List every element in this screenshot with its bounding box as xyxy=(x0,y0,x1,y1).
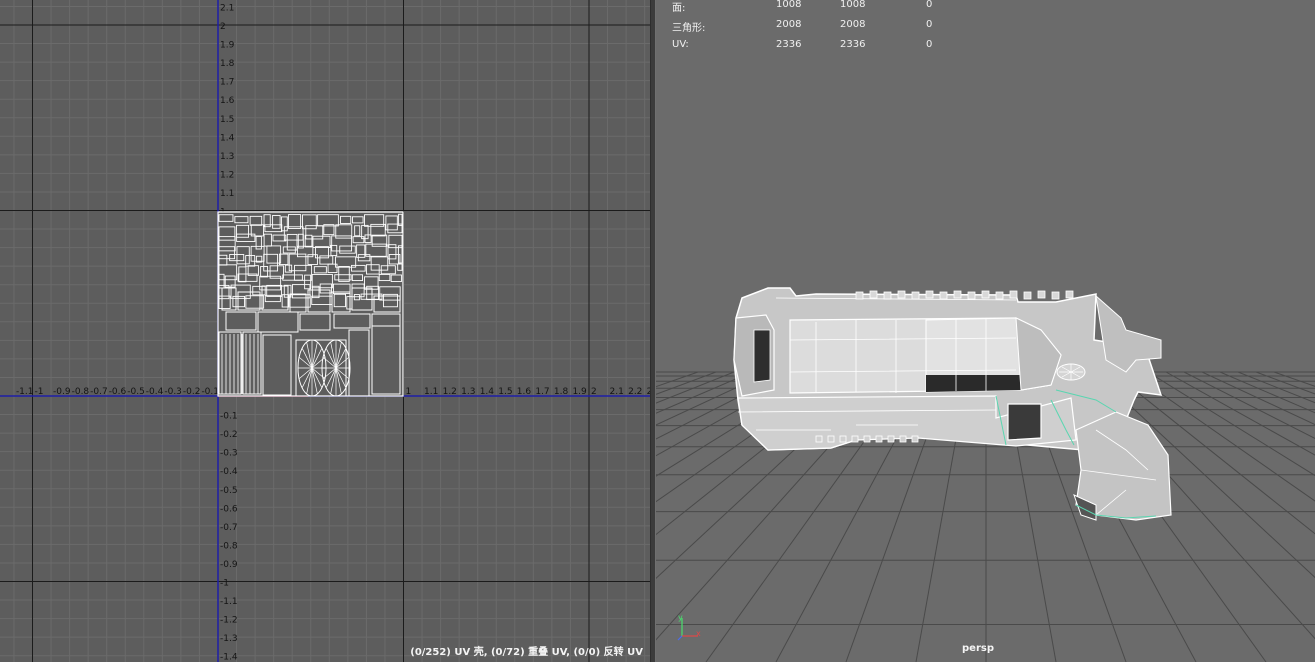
u-tick-label: -0.5 xyxy=(127,387,145,397)
v-tick-label: 1.2 xyxy=(220,170,234,180)
uv-status-text: (0/252) UV 壳, (0/72) 重叠 UV, (0/0) 反转 UV xyxy=(410,647,643,658)
view-axis-gizmo: y x xyxy=(677,613,701,641)
hud-value: 1008 xyxy=(776,0,802,10)
u-tick-label: 2.1 xyxy=(610,387,624,397)
u-tick-label: 2 xyxy=(591,387,597,397)
v-tick-label: 1.3 xyxy=(220,152,234,162)
u-tick-label: -0.8 xyxy=(72,387,90,397)
v-tick-label: -1.1 xyxy=(220,597,238,607)
u-tick-label: 1.6 xyxy=(517,387,532,397)
u-tick-label: 1.1 xyxy=(424,387,438,397)
v-tick-label: -0.7 xyxy=(220,523,238,533)
hud-value: 0 xyxy=(926,0,933,10)
v-tick-label: -0.3 xyxy=(220,449,238,459)
hud-label: UV: xyxy=(672,39,689,50)
hud-label: 面: xyxy=(672,3,686,14)
camera-label: persp xyxy=(962,643,994,654)
v-tick-label: 1.9 xyxy=(220,41,235,51)
hud-value: 2008 xyxy=(840,19,866,30)
u-tick-label: -0.1 xyxy=(201,387,219,397)
v-tick-label: 2.1 xyxy=(220,3,234,13)
v-tick-label: -0.9 xyxy=(220,560,238,570)
pistol-model[interactable] xyxy=(733,287,1172,521)
hud-value: 2008 xyxy=(776,19,802,30)
u-tick-label: 1.2 xyxy=(443,387,457,397)
u-tick-label: 1.5 xyxy=(498,387,512,397)
v-tick-label: -1.2 xyxy=(220,616,238,626)
v-tick-label: 1.7 xyxy=(220,78,234,88)
hud-value: 1008 xyxy=(840,0,866,10)
u-tick-label: -0.4 xyxy=(146,387,164,397)
axis-y-label: y xyxy=(678,613,683,622)
v-tick-label: 1.6 xyxy=(220,96,235,106)
v-tick-label: -0.8 xyxy=(220,541,238,551)
v-tick-label: -0.4 xyxy=(220,467,238,477)
u-tick-label: -0.9 xyxy=(53,387,71,397)
v-tick-label: 1.5 xyxy=(220,115,234,125)
u-tick-label: -0.6 xyxy=(109,387,127,397)
u-tick-label: -0.7 xyxy=(90,387,108,397)
perspective-viewport[interactable]: y x 面: 1008 1008 0 三角形: 2008 2008 0 UV: … xyxy=(656,0,1315,662)
u-tick-label: 1 xyxy=(406,387,412,397)
v-tick-label: 1.1 xyxy=(220,189,234,199)
u-tick-label: 1.9 xyxy=(572,387,587,397)
u-tick-label: 2.2 xyxy=(628,387,642,397)
uv-editor-panel[interactable]: -1.1 -1 -0.9 -0.8 -0.7 -0.6 -0.5 -0.4 -0.3 -0.2 -0… xyxy=(0,0,650,662)
v-tick-label: -1.3 xyxy=(220,634,238,644)
u-tick-label: 1.8 xyxy=(554,387,569,397)
uv-shell-layout xyxy=(217,211,404,397)
hud-label: 三角形: xyxy=(672,23,706,34)
hud-value: 2336 xyxy=(776,39,802,50)
u-tick-label: -1 xyxy=(35,387,44,397)
hud-value: 2336 xyxy=(840,39,866,50)
u-tick-label: -1.1 xyxy=(16,387,34,397)
hud-value: 0 xyxy=(926,39,933,50)
u-tick-label: -0.2 xyxy=(183,387,201,397)
u-tick-label: 1.4 xyxy=(480,387,495,397)
v-tick-label: -0.6 xyxy=(220,504,238,514)
uv-grid[interactable]: -1.1 -1 -0.9 -0.8 -0.7 -0.6 -0.5 -0.4 -0.3 -0.2 -0… xyxy=(0,0,650,662)
v-tick-label: -0.5 xyxy=(220,486,238,496)
axis-x-label: x xyxy=(696,629,701,638)
v-tick-label: 2 xyxy=(220,22,226,32)
u-tick-label: -0.3 xyxy=(164,387,182,397)
hud-value: 0 xyxy=(926,19,933,30)
v-tick-label: -1.4 xyxy=(220,653,238,662)
v-tick-label: -0.2 xyxy=(220,430,238,440)
u-tick-label: 1.3 xyxy=(461,387,475,397)
u-tick-label: 1.7 xyxy=(535,387,549,397)
v-tick-label: 1.4 xyxy=(220,133,235,143)
v-tick-label: 1.8 xyxy=(220,59,235,69)
v-tick-label: -0.1 xyxy=(220,412,238,422)
v-tick-label: -1 xyxy=(220,579,229,589)
